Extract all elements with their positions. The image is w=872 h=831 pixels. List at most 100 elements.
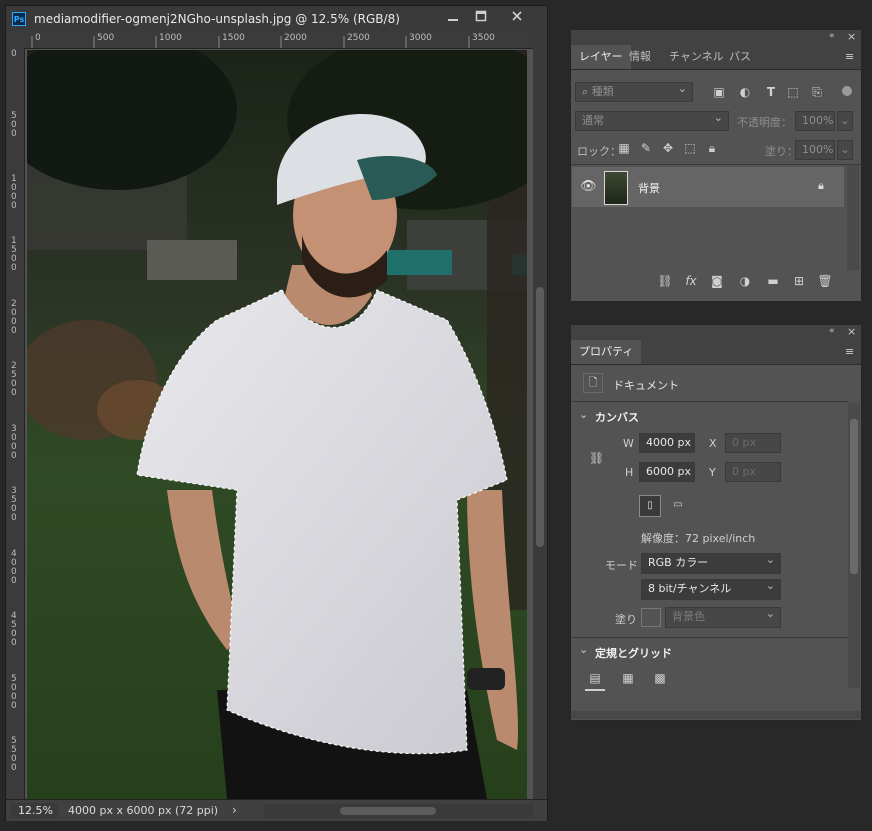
properties-scrollbar[interactable] (848, 403, 860, 688)
portrait-orientation-icon[interactable]: ▯ (639, 495, 661, 517)
opacity-dropdown-icon[interactable]: ⌄ (837, 111, 853, 131)
width-label: W (623, 437, 634, 450)
ruler-v-label: 3500 (11, 486, 17, 523)
document-info[interactable]: 4000 px x 6000 px (72 ppi) (68, 804, 218, 817)
image-filter-icon[interactable]: ▣ (711, 85, 727, 99)
vertical-ruler[interactable]: 0 500 1000 1500 2000 2500 3000 3500 4000… (6, 48, 25, 799)
zoom-field[interactable]: 12.5% (10, 803, 58, 818)
smart-object-filter-icon[interactable]: ⎘ (809, 85, 825, 100)
rulers-toggle-icon[interactable]: ▤ (585, 671, 605, 691)
type-filter-icon[interactable]: T (763, 85, 779, 99)
layer-filter-label: 種類 (591, 85, 614, 98)
canvas-section-title[interactable]: カンバス (595, 409, 639, 425)
x-field: 0 px (725, 433, 781, 453)
eye-icon[interactable]: 👁︎ (580, 179, 597, 194)
tab-paths[interactable]: パス (721, 45, 759, 69)
fill-field[interactable]: 100% (795, 140, 835, 160)
width-field[interactable]: 4000 px (639, 433, 695, 453)
divider (571, 637, 849, 638)
panel-resize-grip[interactable] (571, 711, 861, 719)
ruler-v-label: 5500 (11, 736, 17, 773)
vertical-scroll-thumb[interactable] (536, 287, 544, 547)
resolution-text: 解像度：72 pixel/inch (641, 532, 756, 545)
landscape-orientation-icon[interactable]: ▭ (667, 495, 689, 517)
bit-depth-value: 8 bit/チャンネル (648, 582, 732, 595)
canvas-fill-select: 背景色 (665, 605, 781, 628)
horizontal-scroll-thumb[interactable] (340, 807, 436, 815)
close-icon[interactable] (504, 9, 530, 29)
collapse-icon[interactable]: « (829, 326, 835, 336)
ruler-h-label: 500 (97, 33, 115, 43)
maximize-icon[interactable] (468, 9, 494, 29)
lock-all-icon[interactable]: 🔒︎ (705, 141, 719, 156)
color-mode-value: RGB カラー (648, 556, 709, 569)
photoshop-icon: Ps (12, 12, 26, 26)
bit-depth-select[interactable]: 8 bit/チャンネル (641, 577, 781, 600)
chevron-down-icon[interactable]: ⌄ (579, 643, 588, 656)
link-layers-icon[interactable]: ⛓︎ (657, 274, 673, 288)
document-label: ドキュメント (613, 379, 679, 392)
ruler-h-label: 2000 (284, 33, 307, 43)
mode-label: モード (605, 559, 638, 572)
color-mode-select[interactable]: RGB カラー (641, 551, 781, 574)
guides-toggle-icon[interactable]: ▩ (651, 671, 669, 685)
blend-mode-value: 通常 (582, 114, 604, 127)
minimize-icon[interactable] (440, 9, 466, 29)
divider (571, 401, 849, 402)
close-icon[interactable]: × (847, 30, 856, 43)
properties-panel-header[interactable]: « × (571, 325, 861, 340)
ruler-v-label: 5000 (11, 674, 17, 711)
document-window: Ps mediamodifier-ogmenj2NGho-unsplash.jp… (5, 5, 548, 821)
lock-artboard-icon[interactable]: ⬚ (683, 141, 697, 155)
layer-thumbnail (604, 171, 628, 205)
canvas[interactable] (27, 50, 527, 799)
canvas-fill-label: 塗り (615, 613, 637, 626)
add-mask-icon[interactable]: ◙ (709, 274, 725, 288)
lock-position-icon[interactable]: ✥ (661, 141, 675, 155)
filter-toggle-icon[interactable] (842, 86, 852, 96)
ruler-corner[interactable] (6, 32, 24, 48)
layer-name[interactable]: 背景 (638, 180, 660, 196)
rulers-grid-section-title[interactable]: 定規とグリッド (595, 645, 672, 661)
close-icon[interactable]: × (847, 325, 856, 338)
grid-toggle-icon[interactable]: ▦ (619, 671, 637, 685)
height-field[interactable]: 6000 px (639, 462, 695, 482)
layer-filter-select[interactable]: ⌕ 種類 (575, 80, 693, 102)
photo-image (27, 50, 527, 799)
adjustment-layer-icon[interactable]: ◑ (737, 274, 753, 288)
trash-icon[interactable]: 🗑︎ (817, 274, 833, 288)
opacity-field[interactable]: 100% (795, 111, 835, 131)
y-label: Y (709, 466, 716, 479)
status-menu-arrow-icon[interactable]: › (232, 803, 237, 817)
adjustment-filter-icon[interactable]: ◐ (737, 85, 753, 99)
fill-color-swatch[interactable] (641, 608, 661, 627)
lock-pixels-icon[interactable]: ✎ (639, 141, 653, 155)
link-icon[interactable]: ⛓︎ (589, 451, 604, 465)
properties-scroll-thumb[interactable] (850, 419, 858, 574)
lock-transparent-icon[interactable]: ▦ (617, 141, 631, 155)
panel-menu-icon[interactable]: ≡ (845, 345, 854, 358)
ruler-v-label: 1000 (11, 174, 17, 211)
tab-properties[interactable]: プロパティ (571, 340, 642, 364)
vertical-scrollbar[interactable] (533, 32, 547, 799)
group-folder-icon[interactable]: ▬ (765, 274, 781, 288)
canvas-fill-value: 背景色 (672, 610, 705, 623)
document-titlebar[interactable]: Ps mediamodifier-ogmenj2NGho-unsplash.jp… (6, 6, 547, 32)
fill-dropdown-icon[interactable]: ⌄ (837, 140, 853, 160)
chevron-down-icon[interactable]: ⌄ (579, 408, 588, 421)
new-layer-icon[interactable]: ⊞ (791, 274, 807, 288)
blend-mode-select[interactable]: 通常 (575, 109, 729, 131)
shape-filter-icon[interactable]: ⬚ (785, 85, 801, 99)
panel-menu-icon[interactable]: ≡ (845, 50, 854, 63)
collapse-icon[interactable]: « (829, 31, 835, 41)
horizontal-scrollbar[interactable] (264, 804, 534, 818)
ruler-v-label: 4500 (11, 611, 17, 648)
ruler-v-label: 2000 (11, 299, 17, 336)
fx-icon[interactable]: fx (683, 274, 699, 288)
layer-row[interactable]: 👁︎ 背景 🔒︎ (572, 167, 844, 207)
horizontal-ruler[interactable]: 0 500 1000 1500 2000 2500 3000 3500 (24, 32, 533, 49)
tab-info[interactable]: 情報 (621, 45, 659, 69)
y-field: 0 px (725, 462, 781, 482)
layers-scrollbar[interactable] (847, 165, 859, 270)
layers-panel-header[interactable]: « × (571, 30, 861, 45)
